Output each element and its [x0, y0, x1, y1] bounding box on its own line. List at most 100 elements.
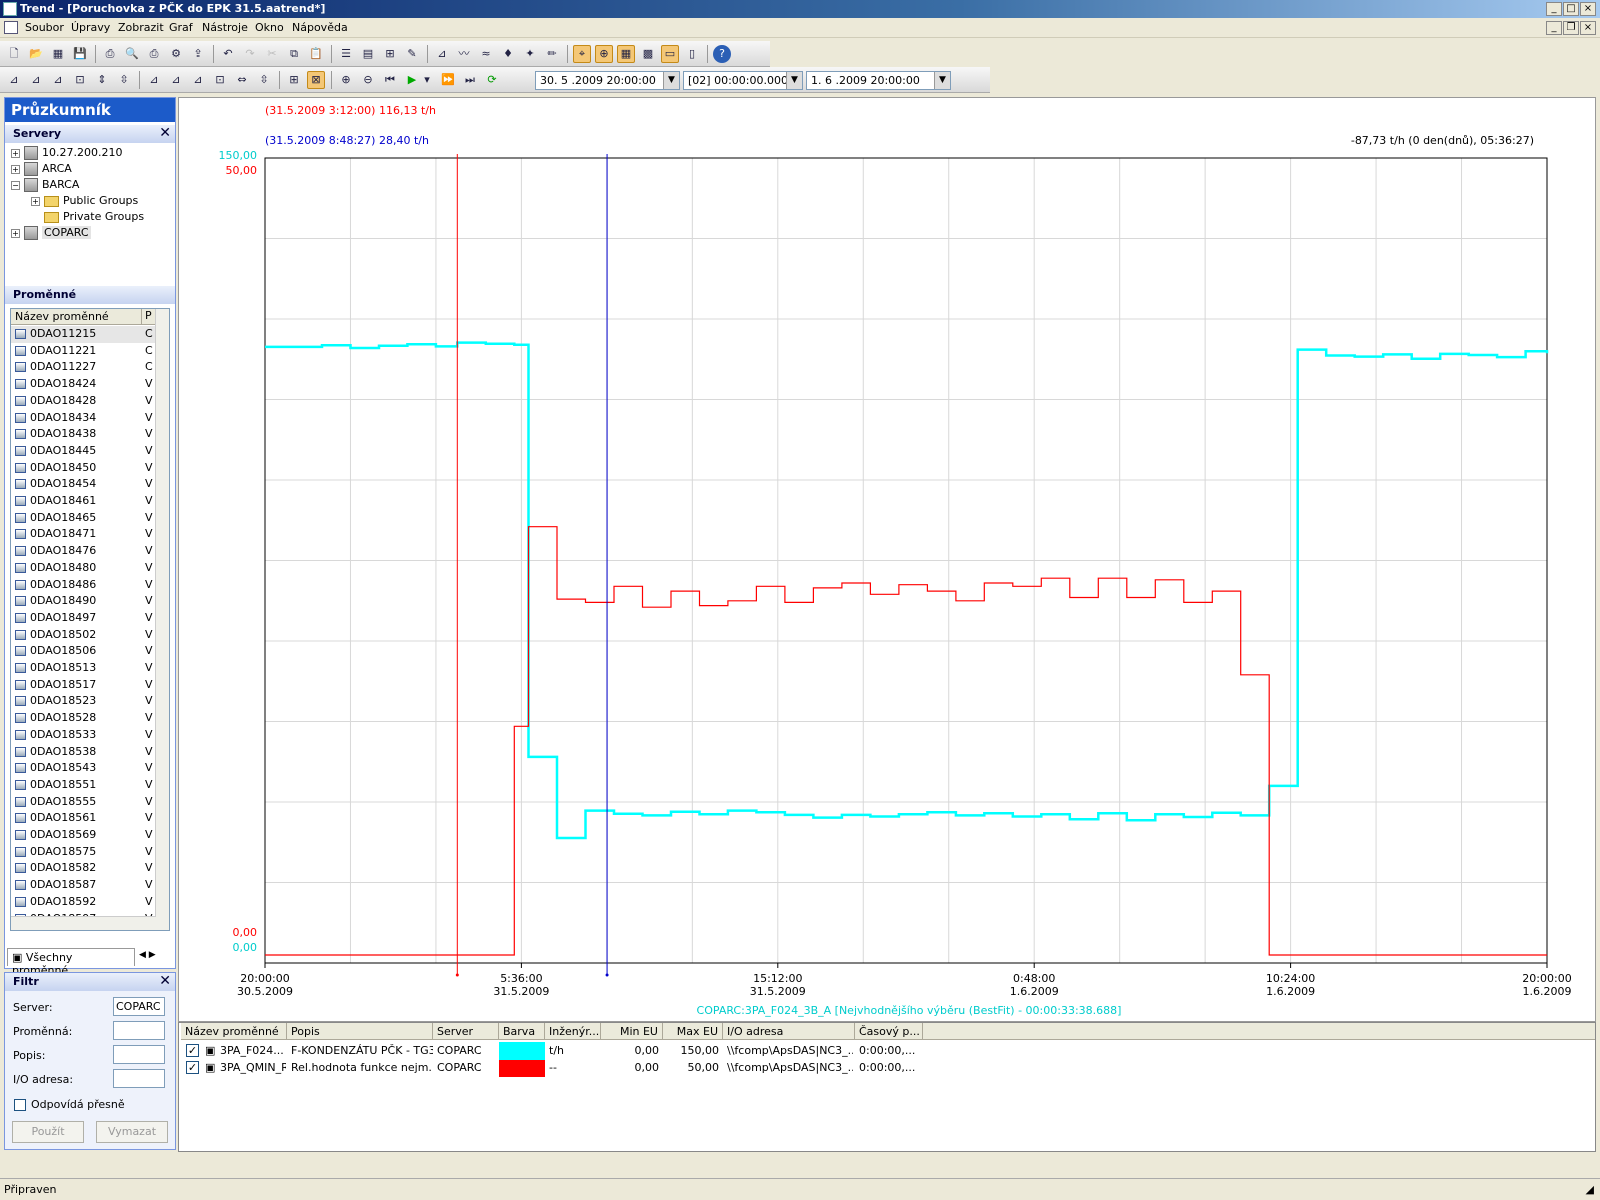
chevron-down-icon[interactable]: ▼: [934, 72, 950, 89]
minimize-button[interactable]: _: [1546, 2, 1562, 16]
variable-row[interactable]: 0DAO18533 V: [11, 727, 156, 744]
col-header-color[interactable]: Barva: [499, 1023, 545, 1040]
paste-icon[interactable]: 📋: [307, 45, 325, 63]
menu-napoveda[interactable]: Nápověda: [292, 21, 348, 34]
col-header-units[interactable]: Inženýr...: [545, 1023, 601, 1040]
col-header-time[interactable]: Časový p...: [855, 1023, 923, 1040]
refresh-icon[interactable]: ⟳: [483, 71, 501, 89]
y-scale-icon[interactable]: ⊿: [5, 71, 23, 89]
variable-row[interactable]: 0DAO18506 V: [11, 643, 156, 660]
variable-row[interactable]: 0DAO18582 V: [11, 860, 156, 877]
horizontal-scrollbar[interactable]: [11, 916, 156, 930]
maximize-button[interactable]: □: [1563, 2, 1579, 16]
start-time-combo[interactable]: 30. 5 .2009 20:00:00 ▼: [535, 71, 680, 90]
variable-row[interactable]: 0DAO18517 V: [11, 677, 156, 694]
doc-close-button[interactable]: ×: [1580, 21, 1596, 35]
x-fit-icon[interactable]: ⊡: [211, 71, 229, 89]
menu-soubor[interactable]: Soubor: [25, 21, 64, 34]
column-name-header[interactable]: Název proměnné: [15, 310, 109, 323]
variable-row[interactable]: 0DAO18490 V: [11, 593, 156, 610]
variable-row[interactable]: 0DAO18434 V: [11, 410, 156, 427]
col-header-max-eu[interactable]: Max EU: [663, 1023, 723, 1040]
marker-icon[interactable]: ♦: [499, 45, 517, 63]
variable-row[interactable]: 0DAO18454 V: [11, 476, 156, 493]
doc-restore-button[interactable]: ❐: [1563, 21, 1579, 35]
variable-row[interactable]: 0DAO18555 V: [11, 794, 156, 811]
row-1-color-swatch[interactable]: [499, 1042, 545, 1060]
zoom-in-icon[interactable]: ⊕: [337, 71, 355, 89]
tree-server-barca[interactable]: − BARCA: [11, 178, 79, 194]
tree-server-coparc[interactable]: + COPARC: [11, 226, 91, 242]
y-auto-icon[interactable]: ⇕: [93, 71, 111, 89]
variable-row[interactable]: 0DAO11215 C: [11, 326, 156, 343]
grid-fine-icon[interactable]: ▩: [639, 45, 657, 63]
close-icon[interactable]: ✕: [159, 125, 171, 141]
variable-row[interactable]: 0DAO18450 V: [11, 460, 156, 477]
vertical-scrollbar[interactable]: [155, 309, 169, 930]
expand-icon[interactable]: +: [31, 196, 40, 206]
menu-upravy[interactable]: Úpravy: [71, 21, 110, 34]
variables-list[interactable]: Název proměnné P 0DAO11215 C 0DAO11221 C 0DA…: [10, 308, 170, 931]
x-compress-icon[interactable]: ⇳: [255, 71, 273, 89]
multi-trend-icon[interactable]: ≈: [477, 45, 495, 63]
col-header-desc[interactable]: Popis: [287, 1023, 433, 1040]
y-zoom-in-icon[interactable]: ⊿: [27, 71, 45, 89]
col-header-io[interactable]: I/O adresa: [723, 1023, 855, 1040]
variable-row[interactable]: 0DAO18471 V: [11, 526, 156, 543]
zoom-select-icon[interactable]: ⊠: [307, 71, 325, 89]
variable-row[interactable]: 0DAO18465 V: [11, 510, 156, 527]
variable-row[interactable]: 0DAO18569 V: [11, 827, 156, 844]
y-zoom-out-icon[interactable]: ⊿: [49, 71, 67, 89]
row-1-name[interactable]: 3PA_F024...: [220, 1043, 286, 1059]
variable-row[interactable]: 0DAO18497 V: [11, 610, 156, 627]
table-icon[interactable]: ▤: [359, 45, 377, 63]
col-header-name[interactable]: Název proměnné: [181, 1023, 287, 1040]
variable-row[interactable]: 0DAO18523 V: [11, 693, 156, 710]
redo-icon[interactable]: ↷: [241, 45, 259, 63]
variable-row[interactable]: 0DAO18561 V: [11, 810, 156, 827]
marker-add-icon[interactable]: ✦: [521, 45, 539, 63]
variable-row[interactable]: 0DAO18480 V: [11, 560, 156, 577]
clear-button[interactable]: Vymazat: [96, 1121, 168, 1143]
forward-icon[interactable]: ⏩: [439, 71, 457, 89]
panel-icon[interactable]: ▯: [683, 45, 701, 63]
cursor-mode-icon[interactable]: ⌖: [573, 45, 591, 63]
variable-row[interactable]: 0DAO18543 V: [11, 760, 156, 777]
variable-row[interactable]: 0DAO18461 V: [11, 493, 156, 510]
variable-row[interactable]: 0DAO18592 V: [11, 894, 156, 911]
menu-graf[interactable]: Graf: [169, 21, 193, 34]
zoom-out-icon[interactable]: ⊖: [359, 71, 377, 89]
collapse-icon[interactable]: −: [11, 180, 20, 190]
play-icon[interactable]: ▶: [403, 71, 421, 89]
export-icon[interactable]: ⇪: [189, 45, 207, 63]
variable-row[interactable]: 0DAO18502 V: [11, 627, 156, 644]
col-header-min-eu[interactable]: Min EU: [601, 1023, 663, 1040]
notes-icon[interactable]: ✎: [403, 45, 421, 63]
pen-icon[interactable]: ✏: [543, 45, 561, 63]
print-setup-icon[interactable]: ⎙: [101, 45, 119, 63]
tree-server-10-27-200-210[interactable]: +10.27.200.210: [11, 146, 122, 162]
end-time-combo[interactable]: 1. 6 .2009 20:00:00 ▼: [806, 71, 951, 90]
open-recent-icon[interactable]: ▦: [49, 45, 67, 63]
column-p-header[interactable]: P: [141, 309, 152, 324]
row-2-name[interactable]: 3PA_QMIN_R: [220, 1060, 286, 1076]
variable-row[interactable]: 0DAO18513 V: [11, 660, 156, 677]
zoom-mode-icon[interactable]: ⊕: [595, 45, 613, 63]
row-2-visible-checkbox[interactable]: ✓: [186, 1061, 199, 1074]
y-compress-icon[interactable]: ⇳: [115, 71, 133, 89]
open-icon[interactable]: 📂: [27, 45, 45, 63]
document-icon[interactable]: [4, 21, 18, 34]
row-1-visible-checkbox[interactable]: ✓: [186, 1044, 199, 1057]
list-icon[interactable]: ☰: [337, 45, 355, 63]
cut-icon[interactable]: ✂: [263, 45, 281, 63]
undo-icon[interactable]: ↶: [219, 45, 237, 63]
legend-icon[interactable]: ▭: [661, 45, 679, 63]
trend-chart-icon[interactable]: 〰: [455, 45, 473, 63]
trend-chart[interactable]: 20:00:0030.5.20095:36:0031.5.200915:12:0…: [179, 98, 1595, 1021]
chevron-down-icon[interactable]: ▼: [786, 72, 802, 89]
x-zoom-out-icon[interactable]: ⊿: [189, 71, 207, 89]
tree-server-arca[interactable]: + ARCA: [11, 162, 72, 178]
print-preview-icon[interactable]: 🔍: [123, 45, 141, 63]
io-address-field[interactable]: [113, 1069, 165, 1088]
doc-minimize-button[interactable]: _: [1546, 21, 1562, 35]
